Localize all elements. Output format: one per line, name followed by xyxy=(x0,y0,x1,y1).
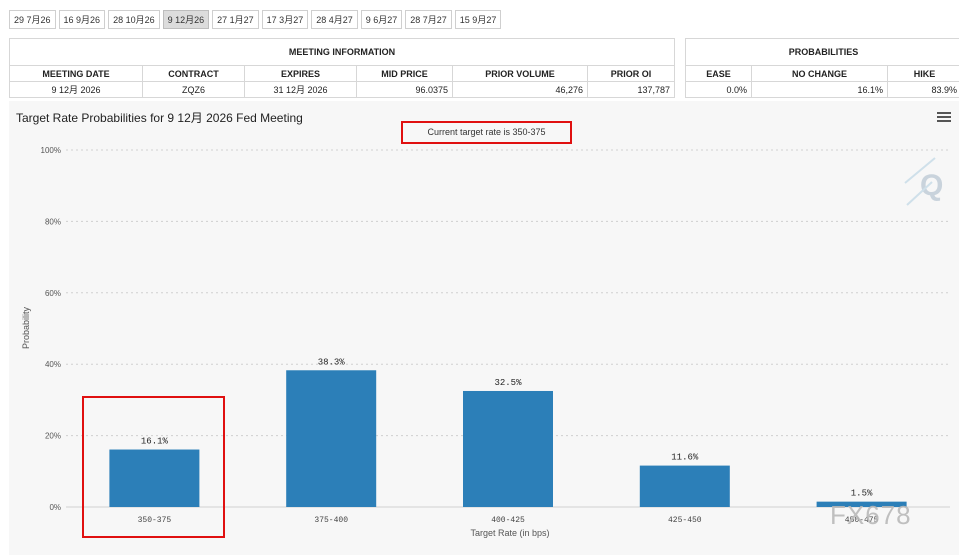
svg-text:Q: Q xyxy=(920,169,943,202)
chart-bars: 16.1%38.3%32.5%11.6%1.5% xyxy=(109,357,907,507)
x-tick-label: 400-425 xyxy=(491,516,525,525)
y-axis-label: Probability xyxy=(21,306,31,349)
data-label: 32.5% xyxy=(494,378,522,388)
data-label: 38.3% xyxy=(318,357,346,367)
data-label: 11.6% xyxy=(671,453,699,463)
y-tick-label: 60% xyxy=(45,289,61,298)
x-axis-label: Target Rate (in bps) xyxy=(470,528,549,538)
data-label: 1.5% xyxy=(851,489,873,499)
y-tick-label: 40% xyxy=(45,360,61,369)
bar xyxy=(286,370,377,507)
x-tick-label: 375-400 xyxy=(314,516,348,525)
y-tick-label: 0% xyxy=(49,503,61,512)
y-tick-label: 20% xyxy=(45,432,61,441)
bar xyxy=(463,390,553,507)
x-tick-label: 425-450 xyxy=(668,516,702,525)
watermark: FX678 xyxy=(830,500,912,530)
x-axis-ticks: 350-375 375-400 400-425 425-450 450-475 xyxy=(138,516,879,525)
y-axis-ticks: 0% 20% 40% 60% 80% 100% xyxy=(41,146,61,512)
y-tick-label: 100% xyxy=(41,146,61,155)
bar xyxy=(639,465,730,507)
current-rate-highlight-box xyxy=(82,396,225,538)
q-logo-icon: Q xyxy=(904,157,943,206)
y-tick-label: 80% xyxy=(45,217,61,226)
